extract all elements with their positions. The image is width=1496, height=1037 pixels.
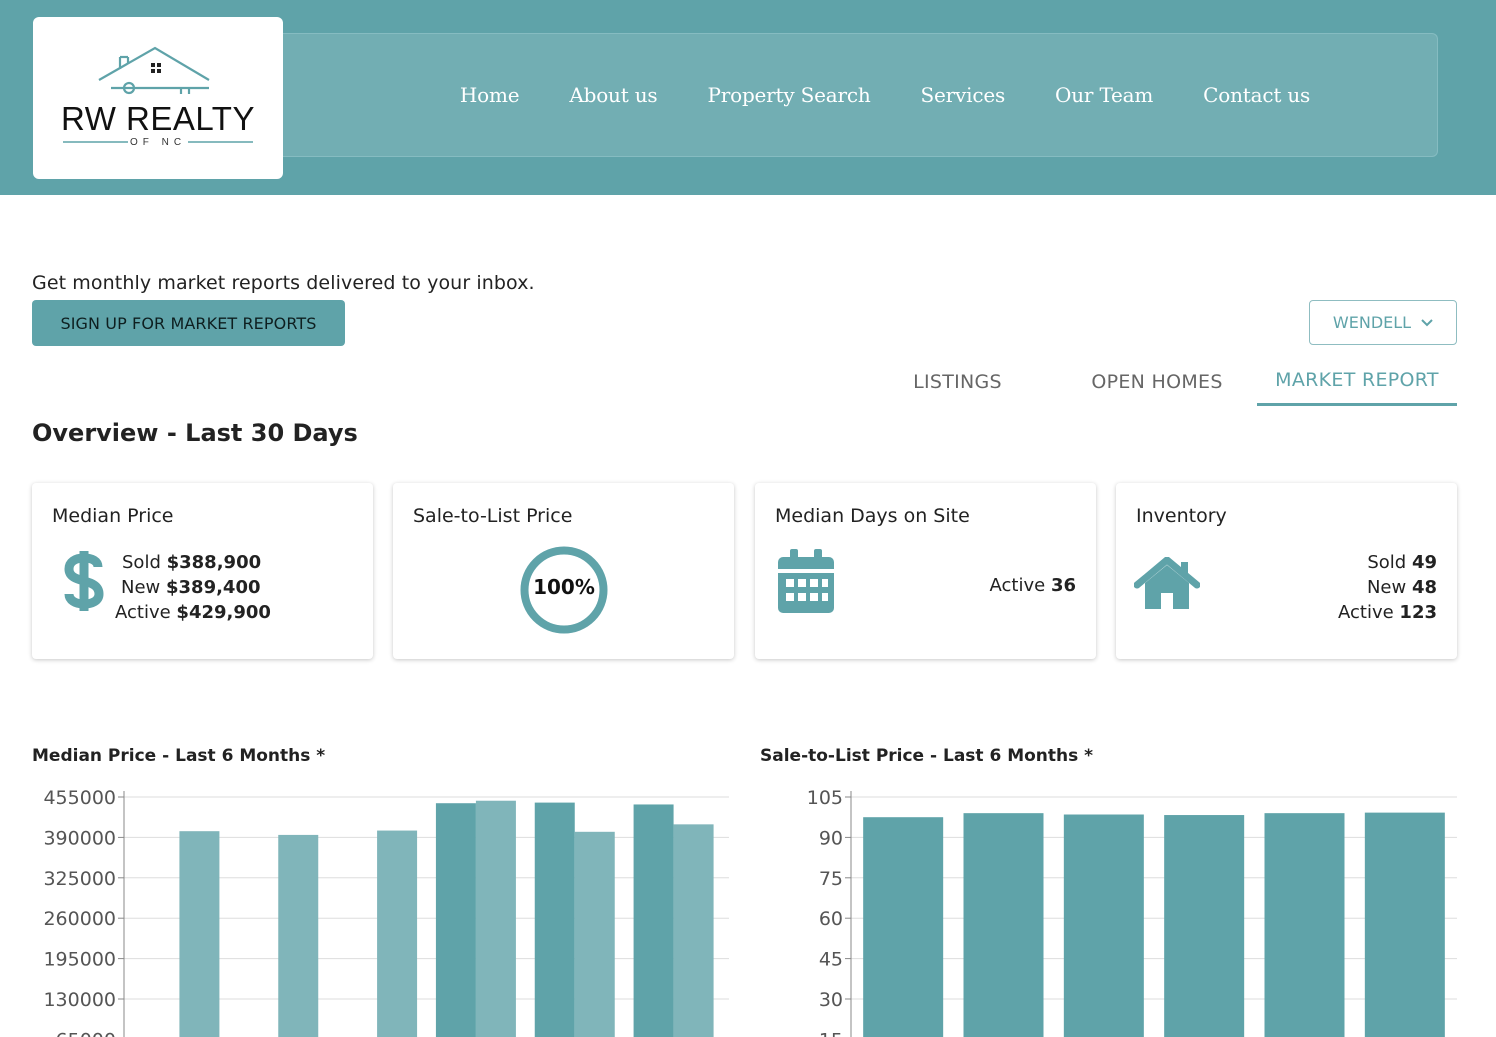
nav-our-team[interactable]: Our Team [1055, 83, 1153, 107]
card-title: Median Price [52, 505, 174, 527]
site-header: RW REALTY OF NC Home About us Property S… [0, 0, 1496, 195]
sale-to-list-card: Sale-to-List Price 100% [393, 483, 734, 659]
city-select[interactable]: WENDELL [1309, 300, 1457, 345]
median-price-new: New $389,400 [121, 577, 261, 598]
y-tick-label: 130000 [43, 989, 116, 1011]
y-tick-label: 325000 [43, 868, 116, 890]
chart-bar [1264, 813, 1345, 1037]
chart-bar [435, 803, 476, 1037]
dollar-icon [64, 551, 104, 611]
sale-to-list-chart: 105 90 75 60 45 30 15 [807, 787, 1457, 1037]
nav-services[interactable]: Services [921, 83, 1006, 107]
inventory-sold: Sold 49 [1367, 552, 1437, 573]
y-tick-label: 45 [819, 949, 843, 971]
signup-market-reports-button[interactable]: SIGN UP FOR MARKET REPORTS [32, 300, 345, 346]
tab-open-homes[interactable]: OPEN HOMES [1078, 357, 1236, 406]
median-days-card: Median Days on Site Active 36 [755, 483, 1096, 659]
median-price-chart: 455000 390000 325000 260000 195000 130000 6500… [43, 787, 729, 1037]
calendar-icon [778, 549, 834, 613]
median-price-sold: Sold $388,900 [122, 552, 262, 573]
inventory-new: New 48 [1366, 577, 1437, 598]
logo-subtitle: OF NC [129, 137, 187, 148]
chart-bar [1164, 815, 1245, 1037]
card-title: Median Days on Site [775, 505, 970, 527]
logo-name: RW REALTY [61, 100, 255, 137]
chart-bar [179, 831, 220, 1037]
chevron-down-icon [1421, 316, 1433, 330]
y-tick-label: 390000 [43, 827, 116, 849]
nav-contact-us[interactable]: Contact us [1203, 83, 1310, 107]
y-tick-label: 195000 [43, 949, 116, 971]
card-title: Sale-to-List Price [413, 505, 573, 527]
tab-bar: LISTINGS OPEN HOMES MARKET REPORT [0, 357, 1496, 407]
tab-market-report[interactable]: MARKET REPORT [1257, 357, 1457, 406]
house-icon [1134, 557, 1200, 609]
median-price-chart-title: Median Price - Last 6 Months * [32, 746, 326, 766]
overview-title: Overview - Last 30 Days [32, 419, 358, 447]
y-tick-label: 90 [819, 827, 843, 849]
chart-bar [1063, 814, 1144, 1037]
tab-listings[interactable]: LISTINGS [880, 357, 1035, 406]
chart-bar [1364, 812, 1445, 1037]
chart-bar [863, 817, 944, 1037]
card-title: Inventory [1136, 505, 1227, 527]
inventory-card: Inventory Sold 49 New 48 Active 123 [1116, 483, 1457, 659]
sale-to-list-value: 100% [533, 575, 595, 599]
inventory-active: Active 123 [1338, 602, 1437, 623]
y-tick-label: 455000 [43, 787, 116, 809]
median-price-active: Active $429,900 [115, 602, 271, 623]
y-tick-label: 260000 [43, 908, 116, 930]
chart-bar [278, 834, 319, 1037]
house-key-logo-icon [63, 46, 253, 143]
promo-text: Get monthly market reports delivered to … [32, 272, 535, 294]
nav-property-search[interactable]: Property Search [707, 83, 870, 107]
chart-bar [475, 800, 516, 1037]
main-nav: Home About us Property Search Services O… [283, 33, 1438, 157]
chart-bar [673, 824, 714, 1037]
sale-to-list-chart-title: Sale-to-List Price - Last 6 Months * [760, 746, 1094, 766]
median-price-card: Median Price Sold $388,900 New $389,400 … [32, 483, 373, 659]
nav-about-us[interactable]: About us [569, 83, 657, 107]
y-tick-label: 105 [807, 787, 843, 809]
chart-bar [534, 802, 575, 1037]
chart-bar [633, 804, 674, 1037]
y-tick-label: 75 [819, 868, 843, 890]
y-tick-label: 60 [819, 908, 843, 930]
chart-bar [574, 831, 615, 1037]
city-select-value: WENDELL [1332, 313, 1412, 332]
y-tick-label: 30 [819, 989, 843, 1011]
chart-bar [377, 830, 418, 1037]
nav-home[interactable]: Home [460, 83, 520, 107]
y-tick-label: 15 [819, 1029, 843, 1037]
site-logo[interactable]: RW REALTY OF NC [33, 17, 283, 179]
y-tick-label: 65000 [56, 1029, 116, 1037]
days-on-site-active: Active 36 [989, 575, 1076, 596]
chart-bar [963, 813, 1044, 1037]
